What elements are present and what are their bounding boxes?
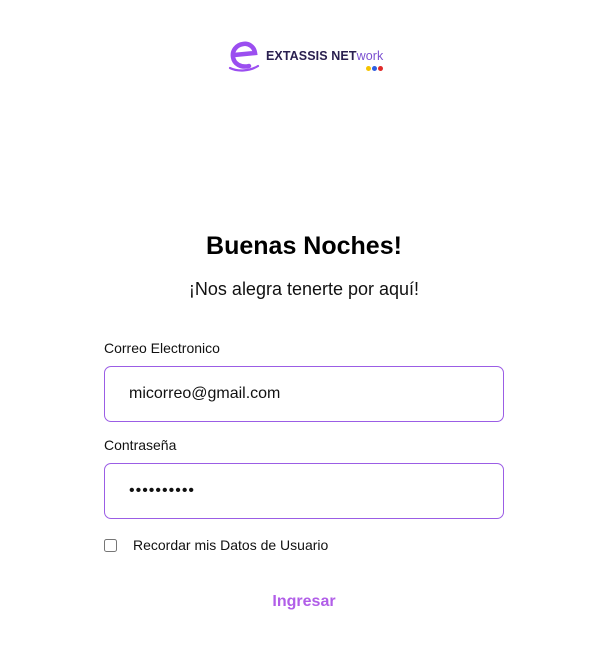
- brand-name: EXTASSIS NETwork: [266, 48, 384, 72]
- email-label: Correo Electronico: [104, 340, 220, 356]
- brand-dots: [366, 66, 384, 72]
- brand-dot-blue: [372, 66, 378, 72]
- login-button[interactable]: Ingresar: [254, 584, 354, 620]
- brand-dot-yellow: [366, 66, 372, 72]
- brand-name-accent: work: [356, 48, 384, 63]
- greeting-heading: Buenas Noches!: [206, 232, 402, 260]
- brand-logo: EXTASSIS NETwork: [228, 40, 384, 72]
- remember-me-row: Recordar mis Datos de Usuario: [104, 537, 328, 553]
- brand-dot-red: [378, 66, 384, 72]
- email-field[interactable]: [104, 366, 504, 422]
- extassis-logo-icon: [228, 41, 260, 72]
- remember-me-label[interactable]: Recordar mis Datos de Usuario: [133, 537, 328, 553]
- password-field[interactable]: [104, 463, 504, 519]
- password-label: Contraseña: [104, 437, 177, 453]
- remember-me-checkbox[interactable]: [104, 538, 117, 552]
- welcome-subtitle: ¡Nos alegra tenerte por aquí!: [188, 279, 420, 299]
- brand-name-main: EXTASSIS NET: [266, 48, 357, 63]
